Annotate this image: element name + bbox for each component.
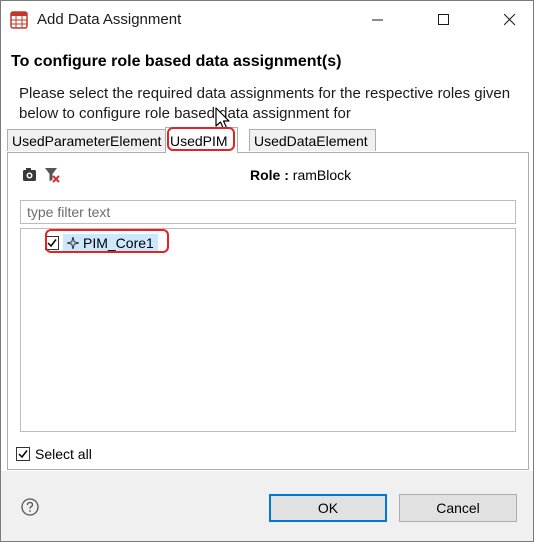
help-icon[interactable] bbox=[21, 498, 39, 516]
header-description: Please select the required data assignme… bbox=[19, 85, 511, 122]
close-button[interactable] bbox=[487, 1, 533, 39]
app-grid-icon bbox=[10, 11, 28, 29]
maximize-button[interactable] bbox=[421, 1, 467, 39]
maximize-icon bbox=[438, 14, 449, 25]
minimize-button[interactable] bbox=[355, 1, 401, 39]
filter-input[interactable] bbox=[20, 200, 516, 224]
minimize-icon bbox=[372, 19, 383, 21]
window-title: Add Data Assignment bbox=[37, 11, 182, 28]
cancel-button[interactable]: Cancel bbox=[399, 494, 517, 522]
pim-tree: PIM_Core1 bbox=[20, 228, 516, 432]
tree-item-highlight-outline bbox=[45, 229, 169, 253]
role-label: Role : bbox=[250, 167, 289, 183]
close-icon bbox=[504, 14, 516, 26]
role-line: Role : ramBlock bbox=[250, 167, 351, 183]
select-all-row[interactable]: Select all bbox=[16, 446, 92, 462]
select-all-label: Select all bbox=[35, 446, 92, 462]
dialog-header: To configure role based data assignment(… bbox=[1, 39, 533, 131]
tab-content-panel: Role : ramBlock PIM_Core1 bbox=[7, 152, 529, 470]
refresh-icon[interactable] bbox=[22, 167, 38, 183]
ok-button[interactable]: OK bbox=[269, 494, 387, 522]
header-title: To configure role based data assignment(… bbox=[11, 53, 342, 70]
tab-bar: UsedParameterElement UsedPIM UsedDataEle… bbox=[5, 127, 529, 153]
role-value: ramBlock bbox=[292, 167, 352, 183]
title-bar[interactable]: Add Data Assignment bbox=[1, 1, 533, 39]
select-all-checkbox[interactable] bbox=[16, 447, 30, 461]
dialog-window: Add Data Assignment To configure role ba… bbox=[0, 0, 534, 542]
dialog-footer: OK Cancel bbox=[1, 471, 533, 541]
tab-used-parameter-element[interactable]: UsedParameterElement bbox=[7, 129, 166, 151]
check-icon bbox=[18, 450, 28, 459]
clear-filter-icon[interactable] bbox=[44, 167, 60, 183]
tab-used-data-element[interactable]: UsedDataElement bbox=[249, 129, 376, 151]
tab-highlight-outline bbox=[167, 127, 235, 151]
